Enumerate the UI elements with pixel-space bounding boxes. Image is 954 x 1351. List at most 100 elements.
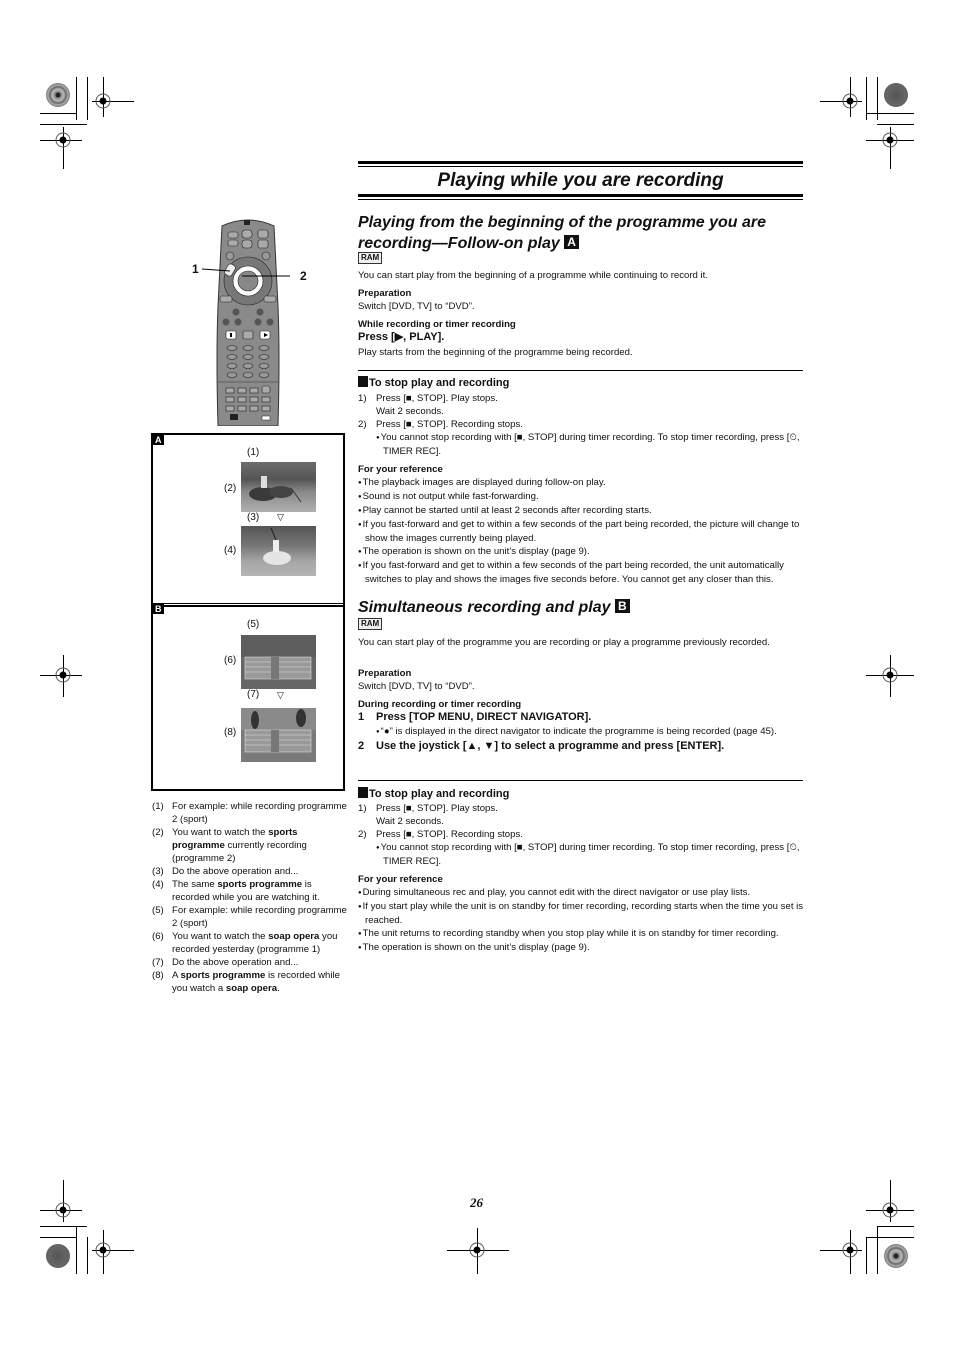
caption-text: The same sports programme is recorded wh… <box>172 879 320 903</box>
figure-label: (4) <box>224 545 237 556</box>
square-bullet-icon <box>358 376 368 387</box>
step-text: Press [■, STOP]. Recording stops. <box>376 829 523 840</box>
step-text: Press [■, STOP]. Play stops. <box>376 393 498 404</box>
step-num: 2 <box>358 740 365 752</box>
step-num: 1) <box>358 803 367 814</box>
caption-text: A sports programme is recorded while you… <box>172 970 340 994</box>
remote-callout-lines <box>201 268 290 277</box>
section-b-steps: 1 Press [TOP MENU, DIRECT NAVIGATOR]. “●”… <box>358 711 804 753</box>
list-item: The operation is shown on the unit’s dis… <box>358 941 804 955</box>
figure-tag-b: B <box>153 604 164 614</box>
section-b-prep-label: Preparation <box>358 668 412 679</box>
section-b-heading: Simultaneous recording and play B <box>358 597 808 618</box>
stop-heading-text: To stop play and recording <box>369 377 510 389</box>
figure-label: (3) <box>247 512 260 523</box>
figure-panel-b: B (5) (6) (7) ▽ (8) <box>151 603 345 791</box>
down-arrow-icon: ▽ <box>277 690 284 700</box>
square-bullet-icon <box>358 787 368 798</box>
section-a-heading-line2: recording—Follow-on play <box>358 235 560 252</box>
section-b-prep-text: Switch [DVD, TV] to “DVD”. <box>358 681 475 692</box>
section-b-ref-list: During simultaneous rec and play, you ca… <box>358 886 804 955</box>
step-text: Press [■, STOP]. Recording stops. <box>376 419 523 430</box>
section-a-heading-line1: Playing from the beginning of the progra… <box>358 214 767 231</box>
figure-tag-a: A <box>564 235 579 249</box>
caption-item: (6) You want to watch the soap opera you … <box>152 930 347 956</box>
caption-text: For example: while recording programme 2… <box>172 801 347 825</box>
figure-tag-a: A <box>153 435 164 445</box>
remote-control-illustration <box>216 216 280 427</box>
section-b-stop-steps: 1) Press [■, STOP]. Play stops. Wait 2 se… <box>358 802 804 868</box>
section-b-intro: You can start play of the programme you … <box>358 637 770 648</box>
figure-tag-b: B <box>614 599 630 613</box>
figure-label: (7) <box>247 689 260 700</box>
figure-panel-a: A (1) (2) (3) ▽ (4) <box>151 433 345 607</box>
callout-1: 1 <box>192 262 199 276</box>
figure-label: (1) <box>247 447 260 458</box>
down-arrow-icon: ▽ <box>277 512 284 522</box>
list-item: If you fast-forward and get to within a … <box>358 518 804 545</box>
title-rule-top-thin <box>358 166 803 167</box>
caption-number: (1) <box>152 801 164 812</box>
caption-item: (8) A sports programme is recorded while … <box>152 969 347 995</box>
section-a-stop-steps: 1) Press [■, STOP]. Play stops. Wait 2 se… <box>358 392 804 458</box>
disc-badge-ram: RAM <box>358 252 383 264</box>
caption-number: (7) <box>152 957 164 968</box>
list-item: If you start play while the unit is on s… <box>358 900 804 927</box>
list-item: The unit returns to recording standby wh… <box>358 927 804 941</box>
title-rule-bottom <box>358 194 803 197</box>
screenshot-direct-navigator <box>241 635 316 689</box>
list-item: Play cannot be started until at least 2 … <box>358 504 804 518</box>
step-text: Use the joystick [▲, ▼] to select a prog… <box>376 740 725 752</box>
screenshot-direct-navigator <box>241 708 316 762</box>
section-a-intro: You can start play from the beginning of… <box>358 270 709 281</box>
figure-label: (8) <box>224 727 237 738</box>
step-sub: Wait 2 seconds. <box>376 816 444 827</box>
step-num: 1 <box>358 711 365 723</box>
figure-label: (5) <box>247 619 260 630</box>
stop-heading-text: To stop play and recording <box>369 788 510 800</box>
title-rule-top <box>358 161 803 164</box>
section-a-stop-heading: To stop play and recording <box>358 376 804 390</box>
step-note: “●” is displayed in the direct navigator… <box>376 725 804 739</box>
caption-text: For example: while recording programme 2… <box>172 905 347 929</box>
section-a-condition: While recording or timer recording <box>358 319 516 330</box>
caption-item: (3) Do the above operation and... <box>152 865 347 878</box>
page-title: Playing while you are recording <box>437 170 724 191</box>
section-a-action-result: Play starts from the beginning of the pr… <box>358 347 633 358</box>
photo-polo-horses <box>241 462 316 512</box>
list-item: The playback images are displayed during… <box>358 476 804 490</box>
figure-label: (2) <box>224 483 237 494</box>
callout-2: 2 <box>300 269 307 283</box>
section-a-prep-label: Preparation <box>358 288 412 299</box>
caption-text: Do the above operation and... <box>172 866 299 877</box>
section-b-condition: During recording or timer recording <box>358 699 522 710</box>
divider <box>358 780 803 781</box>
caption-number: (4) <box>152 879 164 890</box>
section-b-stop-heading: To stop play and recording <box>358 787 804 801</box>
step-sub: Wait 2 seconds. <box>376 406 444 417</box>
caption-number: (5) <box>152 905 164 916</box>
title-rule-bottom-thin <box>358 199 803 200</box>
section-a-ref-list: The playback images are displayed during… <box>358 476 804 586</box>
caption-item: (5) For example: while recording programm… <box>152 904 347 930</box>
step-num: 2) <box>358 829 367 840</box>
step-text: Press [TOP MENU, DIRECT NAVIGATOR]. <box>376 711 592 723</box>
list-item: During simultaneous rec and play, you ca… <box>358 886 804 900</box>
caption-item: (7) Do the above operation and... <box>152 956 347 969</box>
divider <box>358 370 803 371</box>
step-note: You cannot stop recording with [■, STOP]… <box>376 841 804 868</box>
caption-item: (4) The same sports programme is recorded… <box>152 878 347 904</box>
step-text: Press [■, STOP]. Play stops. <box>376 803 498 814</box>
caption-item: (1) For example: while recording programm… <box>152 800 347 826</box>
page-number: 26 <box>470 1195 483 1210</box>
section-a-heading: Playing from the beginning of the progra… <box>358 212 808 254</box>
list-item: Sound is not output while fast-forwardin… <box>358 490 804 504</box>
section-a-prep-text: Switch [DVD, TV] to “DVD”. <box>358 301 475 312</box>
section-b-ref-label: For your reference <box>358 874 443 885</box>
caption-number: (8) <box>152 970 164 981</box>
step-num: 1) <box>358 393 367 404</box>
figure-label: (6) <box>224 655 237 666</box>
caption-number: (2) <box>152 827 164 838</box>
step-num: 2) <box>358 419 367 430</box>
caption-item: (2) You want to watch the sports programm… <box>152 826 347 865</box>
